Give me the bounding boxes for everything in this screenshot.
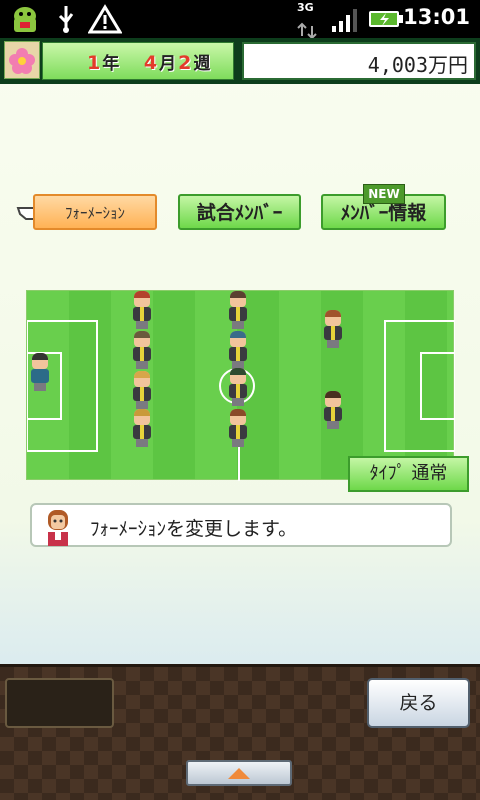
back-button[interactable]: 戻る [367, 678, 470, 728]
player-goalkeeper[interactable] [29, 353, 51, 391]
message-box: ﾌｫｰﾒｰｼｮﾝを変更します。 [30, 503, 452, 547]
date-text: 1年 4月2週 [87, 52, 213, 74]
network-type: 3G [297, 1, 314, 14]
tab-formation[interactable]: ﾌｫｰﾒｰｼｮﾝ [33, 194, 157, 230]
player-midfielder-3[interactable] [227, 368, 249, 406]
funds-display: 4,003万円 [242, 42, 476, 80]
empty-slot [5, 678, 114, 728]
battery-charging-icon [369, 11, 403, 27]
player-forward-2[interactable] [322, 391, 344, 429]
android-icon [14, 7, 36, 32]
secretary-portrait-icon [48, 510, 68, 546]
menu-up-button[interactable] [186, 760, 292, 786]
warning-icon [88, 4, 122, 34]
tab-match-members[interactable]: 試合ﾒﾝﾊﾞｰ [178, 194, 301, 230]
player-forward-1[interactable] [322, 310, 344, 348]
calendar-flower-icon [4, 41, 40, 79]
player-defender-3[interactable] [131, 371, 153, 409]
player-midfielder-1[interactable] [227, 291, 249, 329]
date-display: 1年 4月2週 [42, 42, 234, 80]
funds-amount: 4,003万円 [367, 53, 468, 77]
player-midfielder-2[interactable] [227, 331, 249, 369]
signal-icon [332, 9, 357, 32]
player-midfielder-4[interactable] [227, 409, 249, 447]
clock: 13:01 [403, 5, 470, 29]
new-badge: NEW [363, 184, 405, 204]
message-text: ﾌｫｰﾒｰｼｮﾝを変更します。 [90, 518, 298, 540]
player-defender-1[interactable] [131, 291, 153, 329]
usb-icon [58, 6, 74, 33]
player-defender-4[interactable] [131, 409, 153, 447]
player-defender-2[interactable] [131, 331, 153, 369]
formation-type-button[interactable]: ﾀｲﾌﾟ 通常 [348, 456, 469, 492]
up-arrow-icon [228, 768, 250, 779]
status-bar: 3G 13:01 [0, 0, 480, 40]
